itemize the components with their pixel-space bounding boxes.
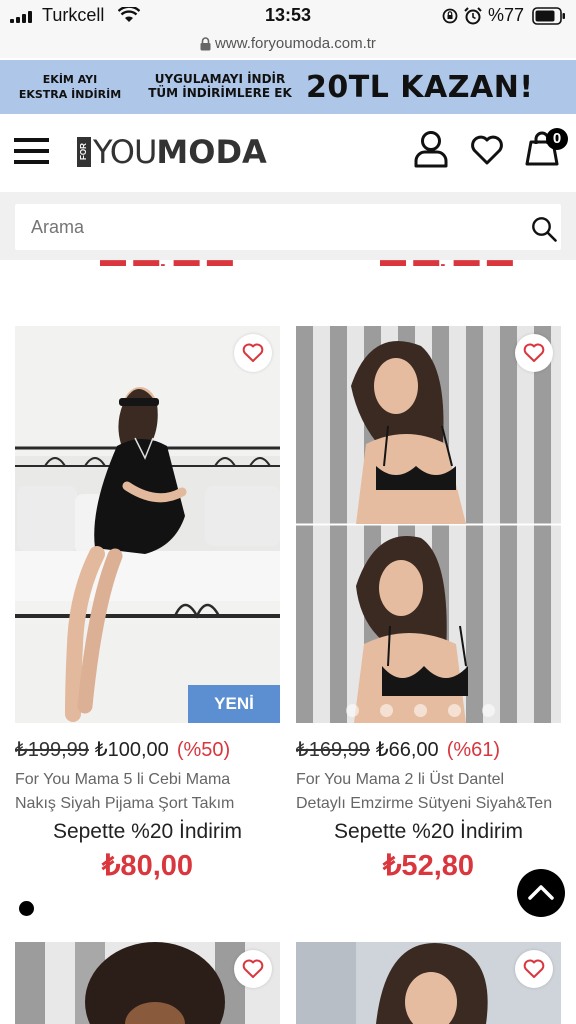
carousel-dot[interactable] bbox=[414, 704, 427, 717]
product-name-line2: Detaylı Emzirme Sütyeni Siyah&Ten bbox=[296, 795, 553, 812]
new-badge: YENİ bbox=[188, 685, 280, 723]
heart-outline-icon bbox=[242, 343, 264, 362]
previous-row-price-fragment: ▬ ▬, ▬ ▬ bbox=[100, 252, 233, 266]
product-photo bbox=[296, 326, 561, 723]
old-price: ₺199,99 bbox=[15, 739, 89, 761]
search-section bbox=[0, 192, 576, 260]
product-name-line1: For You Mama 5 li Cebi Mama bbox=[15, 771, 231, 788]
image-carousel-dots[interactable] bbox=[346, 704, 495, 717]
product-card[interactable] bbox=[15, 942, 280, 1024]
search-box[interactable] bbox=[15, 204, 561, 250]
user-icon[interactable] bbox=[414, 130, 448, 168]
promo-left-line2: EKSTRA İNDİRİM bbox=[18, 88, 122, 101]
price-row: ₺199,99 ₺100,00 (%50) bbox=[15, 737, 295, 762]
final-price: ₺80,00 bbox=[101, 850, 194, 882]
search-icon[interactable] bbox=[531, 216, 557, 242]
product-image[interactable]: YENİ bbox=[15, 326, 280, 723]
promo-headline: 20TL KAZAN! bbox=[306, 70, 534, 105]
product-name-line1: For You Mama 2 li Üst Dantel bbox=[296, 771, 505, 788]
carousel-dot[interactable] bbox=[380, 704, 393, 717]
product-card[interactable]: ₺169,99 ₺66,00 (%61) For You Mama 2 li Üst… bbox=[296, 326, 561, 886]
promo-mid-line2: TÜM İNDİRİMLERE EK bbox=[148, 86, 292, 100]
product-name[interactable]: For You Mama 5 li Cebi Mama Nakış Siyah … bbox=[15, 768, 285, 816]
carousel-dot[interactable] bbox=[482, 704, 495, 717]
logo-for: FOR bbox=[77, 137, 91, 167]
logo-you: YOU bbox=[93, 133, 157, 171]
cart-count-badge[interactable]: 0 bbox=[546, 128, 568, 150]
heart-icon[interactable] bbox=[470, 134, 504, 166]
battery-percent: %77 bbox=[488, 5, 525, 25]
promo-mid-line1: UYGULAMAYI İNDİR bbox=[154, 72, 286, 86]
product-image[interactable] bbox=[296, 942, 561, 1024]
status-bar: Turkcell 13:53 %77 bbox=[0, 0, 576, 32]
cart-discount-text: Sepette %20 İndirim bbox=[52, 820, 243, 843]
carousel-dot[interactable] bbox=[448, 704, 461, 717]
slider-indicator-dot[interactable] bbox=[19, 901, 34, 916]
old-price: ₺169,99 bbox=[296, 739, 370, 761]
product-image[interactable] bbox=[15, 942, 280, 1024]
logo-moda: MODA bbox=[156, 133, 267, 171]
add-to-favorites-button[interactable] bbox=[234, 334, 272, 372]
search-input[interactable] bbox=[31, 204, 501, 250]
product-name-line2: Nakış Siyah Pijama Şort Takım bbox=[15, 795, 235, 812]
promo-left-line1: EKİM AYI bbox=[42, 73, 98, 86]
url-text: www.foryoumoda.com.tr bbox=[215, 35, 376, 52]
add-to-favorites-button[interactable] bbox=[515, 950, 553, 988]
rotation-lock-icon bbox=[442, 8, 458, 24]
alarm-icon bbox=[464, 7, 482, 25]
carousel-dot[interactable] bbox=[346, 704, 359, 717]
discount-percent: (%50) bbox=[176, 739, 231, 761]
heart-outline-icon bbox=[523, 959, 545, 978]
scroll-to-top-button[interactable] bbox=[517, 869, 565, 917]
site-header: FOR YOU MODA 0 bbox=[0, 114, 576, 192]
battery-icon bbox=[532, 7, 565, 25]
cart-discount-text: Sepette %20 İndirim bbox=[333, 820, 524, 843]
add-to-favorites-button[interactable] bbox=[234, 950, 272, 988]
lock-icon bbox=[200, 36, 211, 50]
site-logo[interactable]: FOR YOU MODA bbox=[77, 132, 267, 172]
product-card[interactable]: YENİ ₺199,99 ₺100,00 (%50) For You Mama 5 … bbox=[15, 326, 280, 886]
product-name[interactable]: For You Mama 2 li Üst Dantel Detaylı Emz… bbox=[296, 768, 566, 816]
promo-banner[interactable]: EKİM AYI EKSTRA İNDİRİM UYGULAMAYI İNDİR… bbox=[0, 60, 576, 114]
discount-percent: (%61) bbox=[446, 739, 501, 761]
promo-middle: UYGULAMAYI İNDİR TÜM İNDİRİMLERE EK bbox=[140, 72, 300, 100]
price-row: ₺169,99 ₺66,00 (%61) bbox=[296, 737, 576, 762]
address-bar[interactable]: www.foryoumoda.com.tr bbox=[0, 32, 576, 58]
hamburger-menu-icon[interactable] bbox=[14, 136, 50, 166]
promo-left: EKİM AYI EKSTRA İNDİRİM bbox=[8, 72, 132, 102]
chevron-up-icon bbox=[528, 885, 554, 900]
heart-outline-icon bbox=[242, 959, 264, 978]
current-price: ₺66,00 bbox=[375, 739, 439, 761]
product-card[interactable] bbox=[296, 942, 561, 1024]
product-image[interactable] bbox=[296, 326, 561, 723]
previous-row-price-fragment: ▬ ▬, ▬ ▬ bbox=[380, 252, 513, 266]
current-price: ₺100,00 bbox=[94, 739, 169, 761]
heart-outline-icon bbox=[523, 343, 545, 362]
product-photo bbox=[15, 326, 280, 723]
add-to-favorites-button[interactable] bbox=[515, 334, 553, 372]
